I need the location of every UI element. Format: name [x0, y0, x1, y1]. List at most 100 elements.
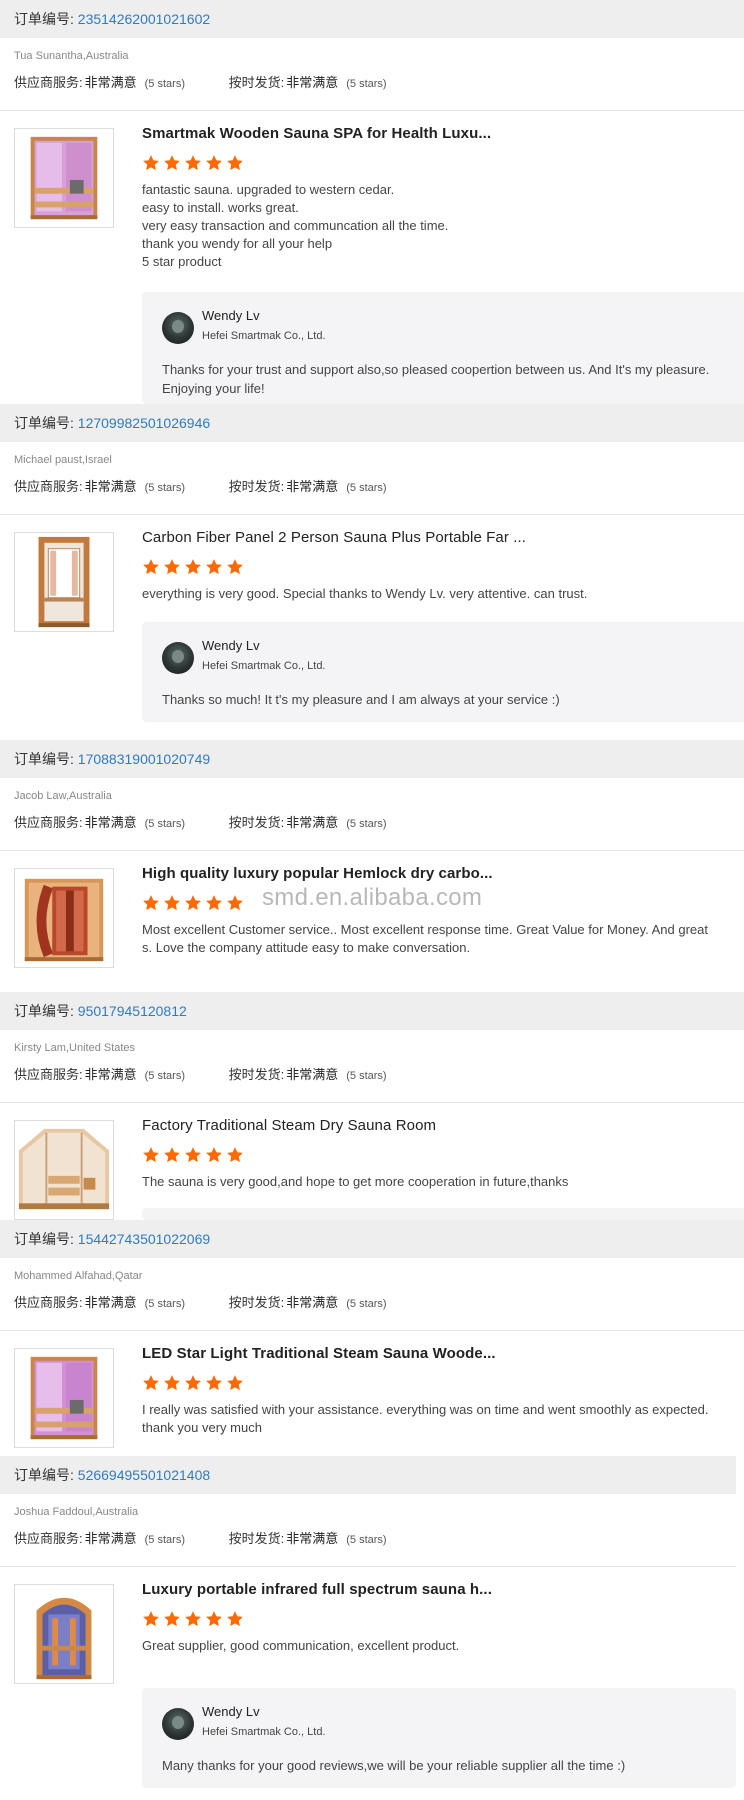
star-rating	[142, 1374, 742, 1396]
star-icon	[227, 895, 243, 911]
star-icon	[164, 155, 180, 171]
supplier-ratings: 供应商服务: 非常满意 (5 stars) 按时发货: 非常满意 (5 stars)	[14, 1528, 387, 1547]
delivery-value: 非常满意	[286, 815, 339, 830]
supplier-service-label: 供应商服务:	[14, 479, 83, 494]
order-header: 订单编号: 17088319001020749	[0, 740, 744, 778]
buyer-name: Joshua Faddoul,Australia	[14, 1506, 139, 1518]
order-card: 订单编号: 17088319001020749 Jacob Law,Austra…	[0, 740, 744, 992]
star-icon	[185, 155, 201, 171]
watermark-text: smd.en.alibaba.com	[262, 884, 483, 911]
reply-text: Many thanks for your good reviews,we wil…	[162, 1756, 625, 1775]
supplier-reply: Wendy Lv Hefei Smartmak Co., Ltd. Many t…	[142, 1688, 736, 1788]
buyer-name: Jacob Law,Australia	[14, 790, 112, 802]
star-icon	[227, 1611, 243, 1627]
order-number-label: 订单编号:	[14, 1467, 74, 1483]
supplier-service-rating: 供应商服务: 非常满意 (5 stars)	[14, 1528, 185, 1547]
avatar	[162, 642, 194, 674]
star-icon	[143, 1147, 159, 1163]
supplier-service-stars: (5 stars)	[144, 1534, 185, 1546]
reply-name: Wendy Lv	[202, 638, 260, 653]
order-card: 订单编号: 12709982501026946 Michael paust,Is…	[0, 404, 744, 740]
product-title[interactable]: Smartmak Wooden Sauna SPA for Health Lux…	[142, 124, 742, 144]
delivery-rating: 按时发货: 非常满意 (5 stars)	[229, 1292, 387, 1311]
delivery-stars: (5 stars)	[346, 818, 387, 830]
review-line: The sauna is very good,and hope to get m…	[142, 1174, 569, 1189]
supplier-service-stars: (5 stars)	[144, 78, 185, 90]
supplier-service-label: 供应商服务:	[14, 1531, 83, 1546]
star-icon	[185, 559, 201, 575]
product-thumbnail[interactable]	[14, 1348, 114, 1448]
product-title[interactable]: Luxury portable infrared full spectrum s…	[142, 1580, 742, 1600]
order-number-link[interactable]: 95017945120812	[78, 1003, 187, 1019]
supplier-reply: Wendy Lv Hefei Smartmak Co., Ltd. Thanks…	[142, 292, 744, 404]
order-number-link[interactable]: 23514262001021602	[78, 11, 210, 27]
review-line: s. Love the company attitude easy to mak…	[142, 940, 471, 955]
delivery-rating: 按时发货: 非常满意 (5 stars)	[229, 1528, 387, 1547]
divider	[0, 514, 744, 515]
order-number-link[interactable]: 52669495501021408	[78, 1467, 210, 1483]
order-card: 订单编号: 95017945120812 Kirsty Lam,United S…	[0, 992, 744, 1220]
delivery-stars: (5 stars)	[346, 482, 387, 494]
review-line: Most excellent Customer service.. Most e…	[142, 922, 708, 937]
delivery-label: 按时发货:	[228, 1295, 285, 1310]
delivery-stars: (5 stars)	[346, 1298, 387, 1310]
review-line: very easy transaction and communcation a…	[142, 218, 449, 233]
order-number-label: 订单编号:	[14, 1003, 74, 1019]
sauna-image-icon	[30, 1356, 98, 1440]
order-number-link[interactable]: 15442743501022069	[78, 1231, 210, 1247]
delivery-rating: 按时发货: 非常满意 (5 stars)	[229, 72, 387, 91]
reply-text: Thanks so much! It t's my pleasure and I…	[162, 690, 560, 709]
sauna-image-icon	[18, 1128, 110, 1210]
review-content: Smartmak Wooden Sauna SPA for Health Lux…	[142, 124, 742, 271]
star-icon	[206, 1375, 222, 1391]
delivery-stars: (5 stars)	[346, 1534, 387, 1546]
product-title[interactable]: LED Star Light Traditional Steam Sauna W…	[142, 1344, 742, 1364]
avatar	[162, 312, 194, 344]
star-rating	[142, 1610, 742, 1632]
delivery-value: 非常满意	[286, 1295, 339, 1310]
supplier-service-stars: (5 stars)	[144, 818, 185, 830]
product-thumbnail[interactable]	[14, 128, 114, 228]
supplier-service-value: 非常满意	[84, 479, 137, 494]
order-number-link[interactable]: 17088319001020749	[78, 751, 210, 767]
sauna-image-icon	[30, 136, 98, 220]
reply-company: Hefei Smartmak Co., Ltd.	[202, 330, 326, 342]
product-thumbnail[interactable]	[14, 1584, 114, 1684]
review-content: LED Star Light Traditional Steam Sauna W…	[142, 1344, 742, 1437]
review-line: Great supplier, good communication, exce…	[142, 1638, 460, 1653]
review-line: easy to install. works great.	[142, 200, 299, 215]
star-icon	[164, 1611, 180, 1627]
review-line: everything is very good. Special thanks …	[142, 586, 588, 601]
star-icon	[185, 1375, 201, 1391]
supplier-service-rating: 供应商服务: 非常满意 (5 stars)	[14, 1064, 185, 1083]
delivery-rating: 按时发货: 非常满意 (5 stars)	[229, 1064, 387, 1083]
order-header: 订单编号: 12709982501026946	[0, 404, 744, 442]
product-thumbnail[interactable]	[14, 532, 114, 632]
order-number-label: 订单编号:	[14, 751, 74, 767]
sauna-image-icon	[36, 1597, 92, 1680]
product-thumbnail[interactable]	[14, 868, 114, 968]
review-content: Factory Traditional Steam Dry Sauna Room…	[142, 1116, 742, 1191]
product-thumbnail[interactable]	[14, 1120, 114, 1220]
buyer-name: Michael paust,Israel	[14, 454, 112, 466]
order-number-label: 订单编号:	[14, 415, 74, 431]
supplier-service-label: 供应商服务:	[14, 75, 83, 90]
supplier-reply-partial	[142, 1208, 744, 1220]
sauna-image-icon	[38, 536, 90, 628]
star-icon	[164, 895, 180, 911]
order-number-label: 订单编号:	[14, 1231, 74, 1247]
product-title[interactable]: High quality luxury popular Hemlock dry …	[142, 864, 742, 884]
order-number-link[interactable]: 12709982501026946	[78, 415, 210, 431]
star-icon	[227, 559, 243, 575]
supplier-ratings: 供应商服务: 非常满意 (5 stars) 按时发货: 非常满意 (5 stars)	[14, 72, 387, 91]
divider	[0, 1102, 744, 1103]
supplier-service-value: 非常满意	[84, 815, 137, 830]
delivery-label: 按时发货:	[228, 815, 285, 830]
supplier-service-stars: (5 stars)	[144, 482, 185, 494]
product-title[interactable]: Carbon Fiber Panel 2 Person Sauna Plus P…	[142, 528, 742, 548]
review-line: 5 star product	[142, 254, 222, 269]
product-title[interactable]: Factory Traditional Steam Dry Sauna Room	[142, 1116, 742, 1136]
divider	[0, 850, 744, 851]
delivery-rating: 按时发货: 非常满意 (5 stars)	[229, 812, 387, 831]
delivery-value: 非常满意	[286, 1067, 339, 1082]
